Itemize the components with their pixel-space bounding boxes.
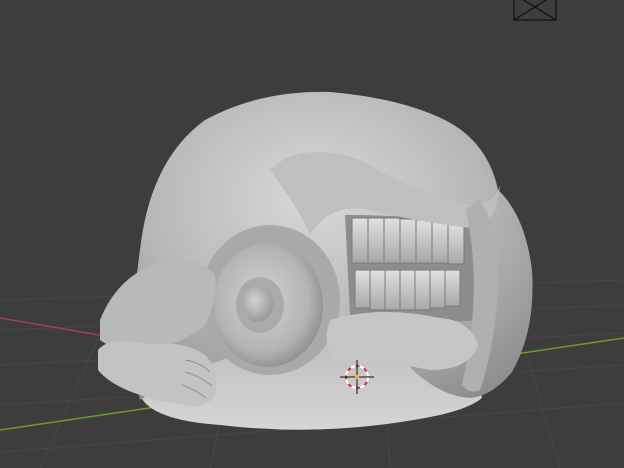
- sculpt-model[interactable]: [98, 91, 533, 430]
- lower-teeth: [354, 269, 461, 311]
- pupil: [243, 286, 273, 322]
- viewport-canvas[interactable]: [0, 0, 624, 468]
- camera-icon[interactable]: [513, 0, 557, 21]
- 3d-viewport[interactable]: [0, 0, 624, 468]
